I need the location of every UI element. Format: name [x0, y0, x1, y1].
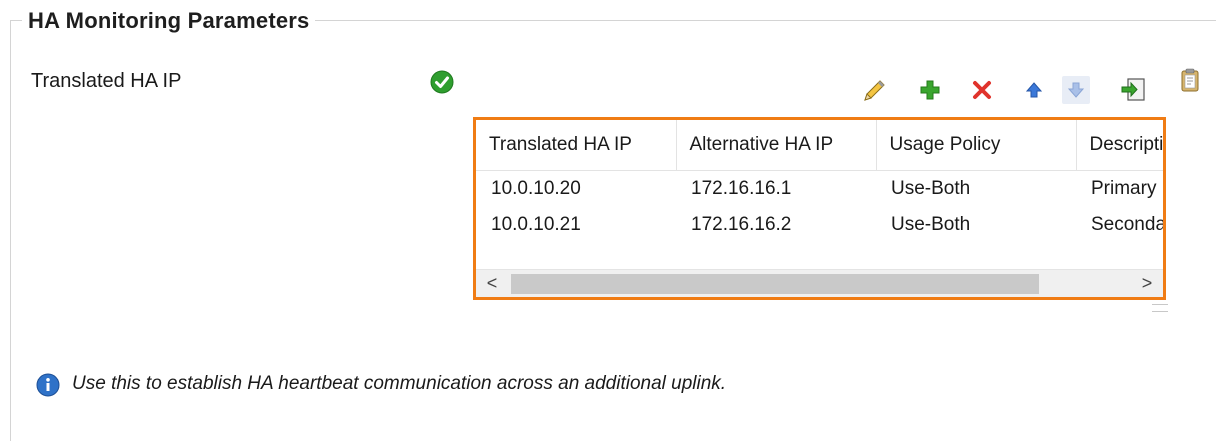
table-cell: 10.0.10.21 [491, 214, 581, 235]
edit-button[interactable] [860, 76, 888, 104]
delete-button[interactable] [968, 76, 996, 104]
ha-ip-table: Translated HA IP Alternative HA IP Usage… [476, 120, 1166, 243]
pencil-icon [864, 80, 885, 101]
info-icon [36, 373, 60, 397]
scroll-right-button[interactable]: > [1131, 270, 1163, 297]
table-cell: Secondary [1091, 214, 1166, 235]
translated-ha-ip-label: Translated HA IP [31, 70, 182, 92]
section-title: HA Monitoring Parameters [22, 8, 316, 34]
resize-grip[interactable] [1152, 304, 1168, 312]
plus-icon [920, 80, 940, 100]
arrow-down-icon [1067, 82, 1085, 98]
import-icon [1121, 78, 1145, 101]
add-button[interactable] [916, 76, 944, 104]
move-up-button[interactable] [1020, 76, 1048, 104]
move-down-button[interactable] [1062, 76, 1090, 104]
table-row[interactable]: 10.0.10.20 172.16.16.1 Use-Both Primary [476, 171, 1163, 208]
table-row[interactable]: 10.0.10.21 172.16.16.2 Use-Both Secondar… [476, 207, 1166, 243]
import-button[interactable] [1120, 76, 1148, 104]
table-cell: 172.16.16.1 [691, 178, 792, 199]
table-cell: Use-Both [891, 214, 971, 235]
horizontal-scrollbar[interactable]: < > [476, 269, 1163, 297]
table-cell: Primary [1091, 178, 1157, 199]
scroll-left-button[interactable]: < [476, 270, 508, 297]
red-x-icon [973, 81, 991, 99]
check-ok-icon [430, 70, 454, 94]
clipboard-button[interactable] [1176, 66, 1204, 94]
column-header-description[interactable]: Description [1076, 120, 1163, 171]
column-header-alternative-ha-ip[interactable]: Alternative HA IP [676, 120, 877, 171]
arrow-up-icon [1025, 82, 1043, 98]
column-header-translated-ha-ip[interactable]: Translated HA IP [476, 120, 677, 171]
table-header-row: Translated HA IP Alternative HA IP Usage… [476, 120, 1163, 171]
table-cell: 10.0.10.20 [491, 178, 581, 199]
ha-ip-grid[interactable]: Translated HA IP Alternative HA IP Usage… [473, 117, 1166, 300]
table-cell: Use-Both [891, 178, 971, 199]
scrollbar-thumb[interactable] [511, 274, 1039, 294]
column-header-usage-policy[interactable]: Usage Policy [876, 120, 1077, 171]
table-cell: 172.16.16.2 [691, 214, 792, 235]
info-hint-text: Use this to establish HA heartbeat commu… [72, 373, 727, 394]
clipboard-icon [1181, 68, 1199, 92]
